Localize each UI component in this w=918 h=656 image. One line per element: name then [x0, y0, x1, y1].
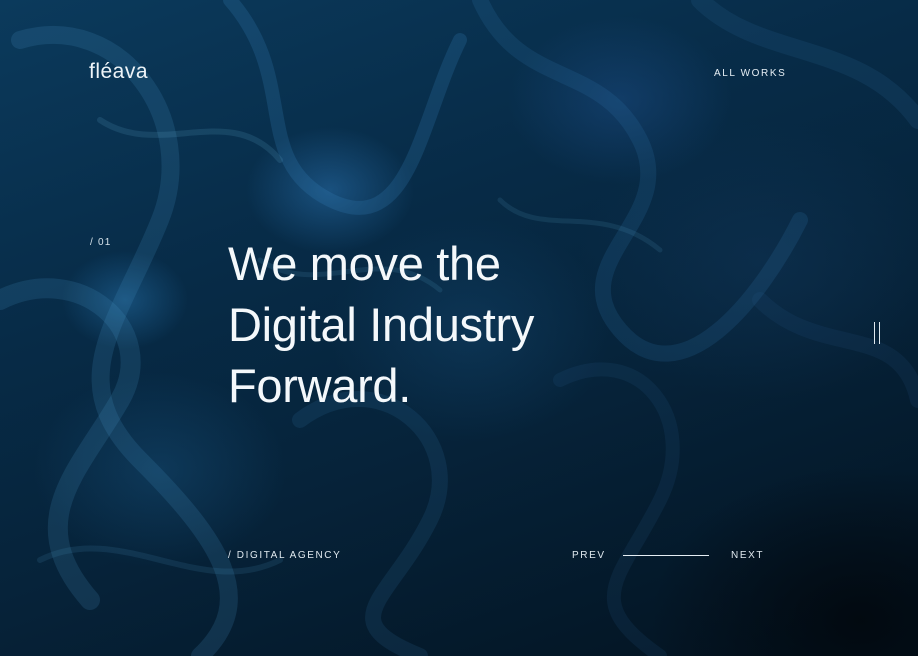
tagline: / DIGITAL AGENCY	[228, 550, 342, 561]
headline-line-2: Digital Industry	[228, 298, 535, 351]
slider-progress-bar	[623, 555, 709, 556]
pause-button[interactable]	[872, 322, 884, 344]
all-works-link[interactable]: ALL WORKS	[714, 68, 786, 79]
headline-line-1: We move the	[228, 237, 501, 290]
headline-line-3: Forward.	[228, 359, 412, 412]
next-button[interactable]: NEXT	[731, 550, 764, 561]
slide-index: / 01	[90, 237, 112, 248]
hero-slider: fléava ALL WORKS / 01 We move the Digita…	[0, 0, 918, 656]
pause-icon-bar	[879, 322, 880, 344]
brand-logo[interactable]: fléava	[89, 60, 148, 84]
prev-button[interactable]: PREV	[572, 550, 606, 561]
pause-icon	[874, 322, 875, 344]
slider-progress-fill	[623, 555, 709, 556]
hero-headline: We move the Digital Industry Forward.	[228, 233, 648, 416]
